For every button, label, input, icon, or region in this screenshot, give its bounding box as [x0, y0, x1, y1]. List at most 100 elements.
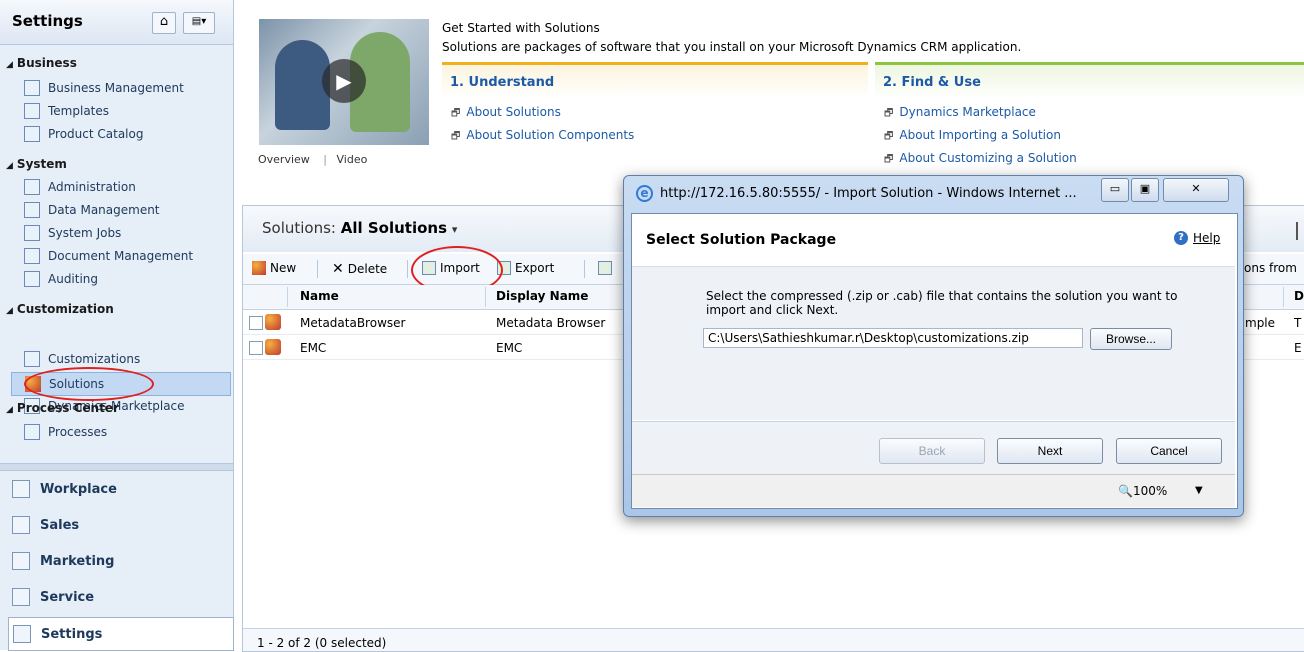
workplace-button[interactable]: Workplace: [8, 473, 232, 505]
cell-right-a: mple: [1245, 316, 1276, 330]
home-icon[interactable]: ⌂: [152, 12, 176, 34]
find-use-heading: 2. Find & Use: [883, 75, 981, 90]
processes-icon: [24, 424, 40, 440]
system-jobs-icon: [24, 225, 40, 241]
group-customization[interactable]: ◢ Customization: [6, 302, 114, 316]
zoom-control[interactable]: 🔍100%: [1118, 484, 1167, 498]
status-bar: [243, 628, 1304, 651]
next-button[interactable]: Next: [997, 438, 1103, 464]
column-separator: [287, 287, 288, 307]
nav-item-administration[interactable]: Administration: [24, 176, 229, 198]
auditing-icon: [24, 271, 40, 287]
video-tabs: Overview | Video: [258, 153, 368, 166]
export-button[interactable]: Export: [497, 261, 554, 275]
link-dynamics-marketplace[interactable]: 🗗 Dynamics Marketplace: [884, 105, 1036, 123]
link-about-importing[interactable]: 🗗 About Importing a Solution: [884, 128, 1061, 146]
nav-item-auditing[interactable]: Auditing: [24, 268, 229, 290]
cell-name[interactable]: MetadataBrowser: [300, 316, 405, 330]
nav-item-data-management[interactable]: Data Management: [24, 199, 229, 221]
instruction-text: Select the compressed (.zip or .cab) fil…: [706, 289, 1178, 317]
column-header-name[interactable]: Name: [300, 289, 339, 303]
nav-item-product-catalog[interactable]: Product Catalog: [24, 123, 229, 145]
customizations-icon: [24, 351, 40, 367]
nav-item-customizations[interactable]: Customizations: [24, 348, 229, 370]
solution-icon: [265, 314, 281, 330]
group-process-center-label[interactable]: ◢ Process Center: [6, 401, 119, 415]
file-path-input[interactable]: [703, 328, 1083, 348]
chevron-down-icon: ▾: [451, 223, 458, 236]
publish-icon: [598, 261, 612, 275]
toolbar-separator: [407, 260, 408, 278]
nav-item-processes[interactable]: Processes: [24, 421, 229, 443]
nav-title: Settings: [12, 12, 83, 30]
search-box-edge: [1296, 222, 1298, 240]
document-management-icon: [24, 248, 40, 264]
workplace-icon: [12, 480, 30, 498]
tab-video[interactable]: Video: [337, 153, 368, 166]
dialog-title: Select Solution Package: [646, 232, 837, 248]
cell-right-b: E: [1294, 341, 1302, 355]
link-about-solution-components[interactable]: 🗗 About Solution Components: [451, 128, 634, 146]
nav-item-document-management[interactable]: Document Management: [24, 245, 229, 267]
play-icon[interactable]: ▶: [322, 59, 366, 103]
cell-name[interactable]: EMC: [300, 341, 326, 355]
delete-button[interactable]: ✕ Delete: [332, 261, 387, 277]
window-title: http://172.16.5.80:5555/ - Import Soluti…: [660, 186, 1077, 201]
settings-button[interactable]: Settings: [8, 617, 234, 651]
browse-button[interactable]: Browse...: [1090, 328, 1172, 350]
external-link-icon: 🗗: [451, 108, 461, 119]
row-checkbox[interactable]: [249, 341, 263, 355]
service-button[interactable]: Service: [8, 581, 232, 613]
back-button[interactable]: Back: [879, 438, 985, 464]
toolbar-right-fragment: ons from: [1244, 261, 1297, 275]
external-link-icon: 🗗: [884, 131, 894, 142]
help-icon: ?: [1174, 231, 1188, 245]
chevron-down-icon[interactable]: ▼: [1195, 485, 1203, 496]
ie-icon: e: [636, 185, 653, 202]
record-count: 1 - 2 of 2 (0 selected): [257, 636, 387, 650]
new-button[interactable]: New: [252, 261, 296, 275]
column-separator: [485, 287, 486, 307]
cell-display-name: EMC: [496, 341, 523, 355]
maximize-button[interactable]: ▣: [1131, 178, 1159, 202]
external-link-icon: 🗗: [884, 108, 894, 119]
nav-item-business-management[interactable]: Business Management: [24, 77, 229, 99]
column-separator: [1283, 287, 1284, 307]
new-solution-icon: [252, 261, 266, 275]
maximize-icon: ▣: [1139, 182, 1151, 195]
nav-item-templates[interactable]: Templates: [24, 100, 229, 122]
tab-overview[interactable]: Overview: [258, 153, 310, 166]
link-about-customizing[interactable]: 🗗 About Customizing a Solution: [884, 151, 1077, 169]
nav-item-system-jobs[interactable]: System Jobs: [24, 222, 229, 244]
external-link-icon: 🗗: [451, 131, 461, 142]
group-business[interactable]: ◢ Business: [6, 56, 77, 70]
row-checkbox[interactable]: [249, 316, 263, 330]
find-use-section: 2. Find & Use: [875, 62, 1304, 99]
marketing-button[interactable]: Marketing: [8, 545, 232, 577]
view-selector[interactable]: Solutions: All Solutions ▾: [262, 219, 457, 237]
delete-icon: ✕: [332, 261, 344, 277]
column-header-display-name[interactable]: Display Name: [496, 289, 588, 303]
sales-icon: [12, 516, 30, 534]
column-header-right[interactable]: D: [1294, 289, 1304, 303]
close-button[interactable]: ✕: [1163, 178, 1229, 202]
publish-button[interactable]: [598, 261, 616, 275]
understand-heading: 1. Understand: [450, 75, 555, 90]
recent-items-icon[interactable]: ▤▾: [183, 12, 215, 34]
nav-splitter[interactable]: [0, 463, 233, 471]
administration-icon: [24, 179, 40, 195]
group-system[interactable]: ◢ System: [6, 157, 67, 171]
minimize-button[interactable]: ▭: [1101, 178, 1129, 202]
help-link[interactable]: ? Help: [1174, 231, 1220, 245]
close-icon: ✕: [1191, 182, 1201, 195]
get-started-title: Get Started with Solutions: [442, 21, 600, 35]
view-name: All Solutions: [340, 219, 448, 237]
minimize-icon: ▭: [1109, 182, 1121, 195]
external-link-icon: 🗗: [884, 154, 894, 165]
solution-icon: [265, 339, 281, 355]
product-catalog-icon: [24, 126, 40, 142]
cancel-button[interactable]: Cancel: [1116, 438, 1222, 464]
zoom-icon: 🔍: [1118, 484, 1133, 498]
sales-button[interactable]: Sales: [8, 509, 232, 541]
link-about-solutions[interactable]: 🗗 About Solutions: [451, 105, 561, 123]
